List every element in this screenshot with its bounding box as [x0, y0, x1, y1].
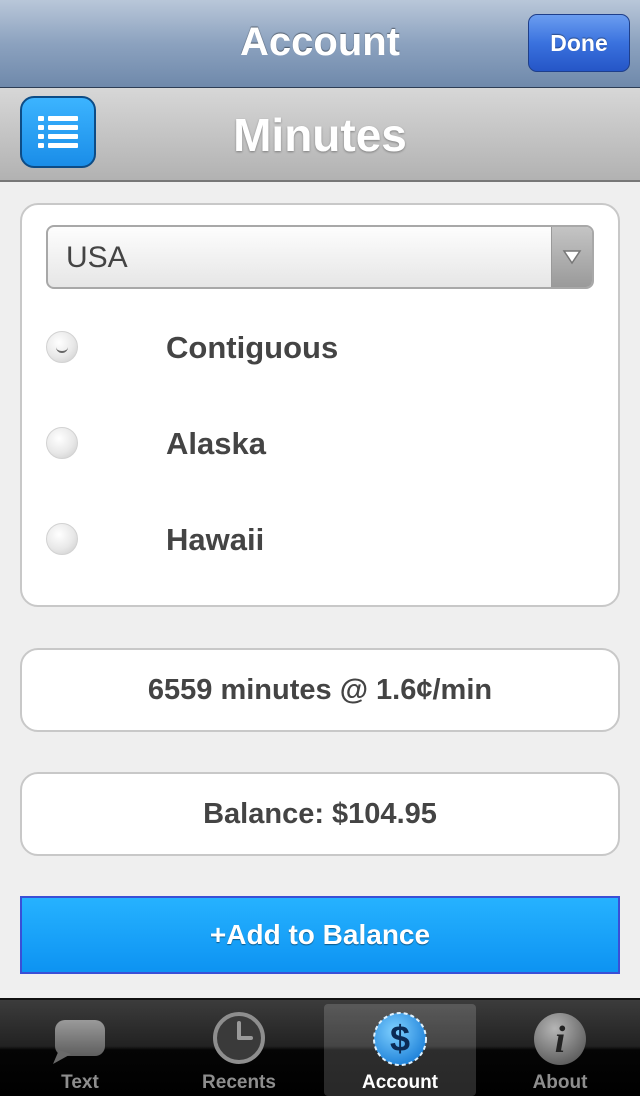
- radio-label: Alaska: [166, 426, 266, 461]
- country-select-value: USA: [66, 241, 128, 274]
- radio-button-contiguous[interactable]: [46, 331, 78, 363]
- tab-text[interactable]: Text: [4, 1004, 156, 1096]
- section-header: Minutes: [0, 88, 640, 182]
- region-card: USA Contiguous Alaska Hawaii: [20, 203, 620, 607]
- dollar-icon: $: [373, 1012, 427, 1066]
- svg-text:$: $: [390, 1018, 410, 1059]
- page-title: Minutes: [233, 109, 407, 161]
- clock-icon: [213, 1012, 265, 1064]
- navigation-bar: Account Done: [0, 0, 640, 88]
- minutes-info-card: 6559 minutes @ 1.6¢/min: [20, 648, 620, 732]
- tab-bar: Text Recents $ Account i About: [0, 998, 640, 1096]
- tab-label: About: [532, 1072, 588, 1093]
- tab-label: Text: [61, 1072, 99, 1093]
- tab-recents[interactable]: Recents: [163, 1004, 315, 1096]
- add-to-balance-button[interactable]: +Add to Balance: [20, 896, 620, 974]
- svg-text:i: i: [555, 1019, 566, 1061]
- tab-account[interactable]: $ Account: [324, 1004, 476, 1096]
- radio-option-alaska[interactable]: Alaska: [46, 415, 586, 475]
- tab-about[interactable]: i About: [484, 1004, 636, 1096]
- country-select[interactable]: USA: [46, 225, 594, 289]
- radio-option-contiguous[interactable]: Contiguous: [46, 319, 586, 379]
- tab-label: Recents: [202, 1072, 276, 1093]
- radio-option-hawaii[interactable]: Hawaii: [46, 511, 586, 571]
- minutes-info-text: 6559 minutes @ 1.6¢/min: [147, 673, 493, 706]
- balance-text: Balance: $104.95: [203, 797, 437, 830]
- chevron-down-icon: [551, 227, 592, 287]
- tab-label: Account: [362, 1072, 438, 1093]
- info-icon: i: [534, 1013, 586, 1065]
- speech-bubble-icon: [53, 1020, 105, 1064]
- radio-label: Hawaii: [166, 522, 265, 557]
- radio-button-alaska[interactable]: [46, 427, 78, 459]
- balance-card: Balance: $104.95: [20, 772, 620, 856]
- done-button[interactable]: Done: [528, 14, 630, 72]
- radio-button-hawaii[interactable]: [46, 523, 78, 555]
- radio-label: Contiguous: [166, 330, 339, 365]
